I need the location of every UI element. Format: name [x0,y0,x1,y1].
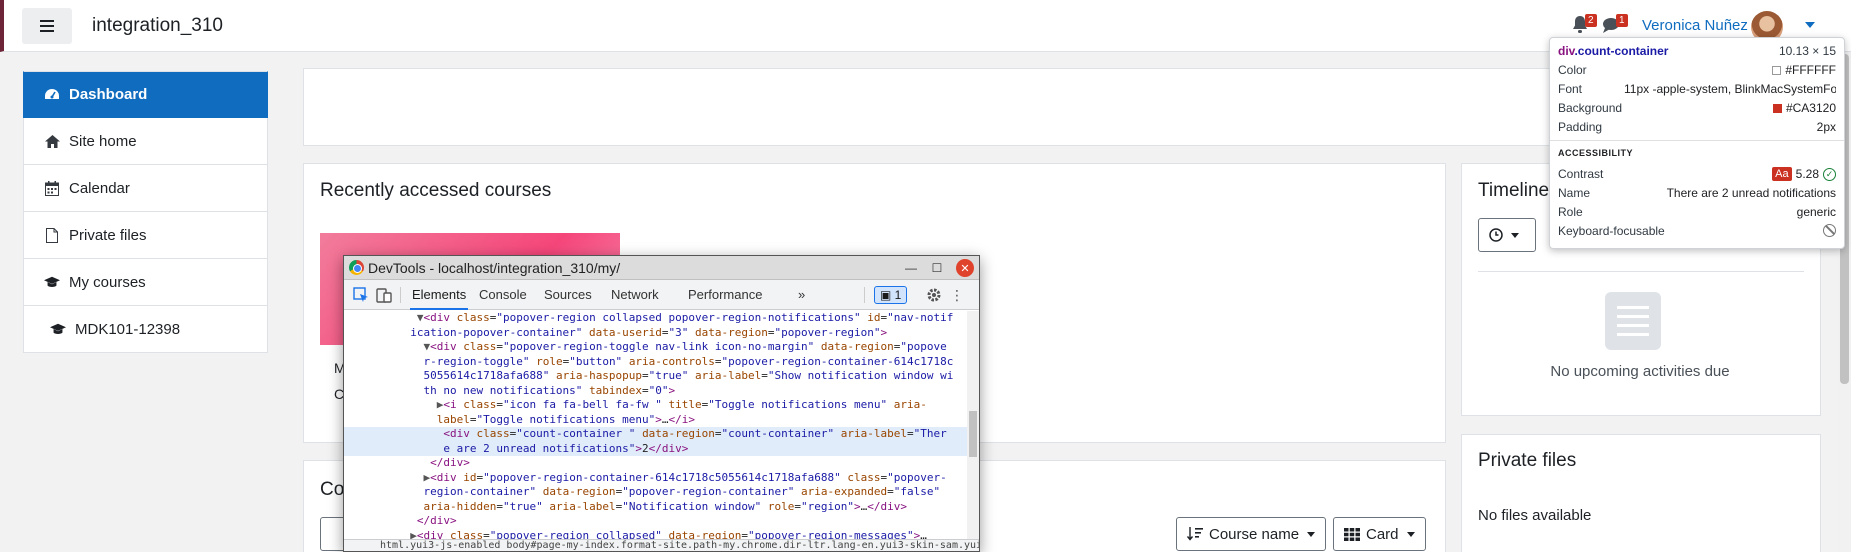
caret-down-icon [1406,531,1415,537]
sort-dropdown-label: Course name [1209,525,1300,543]
device-toolbar-icon[interactable] [376,287,392,303]
drawer-item-label: Site home [69,132,137,150]
check-circle-icon: ✓ [1823,167,1836,181]
drawer-item-label: Dashboard [69,86,148,103]
tooltip-bg-label: Background [1558,101,1623,115]
view-dropdown-label: Card [1366,525,1399,543]
drawer-item-course-mdk101[interactable]: MDK101-12398 [23,306,268,353]
tooltip-font-label: Font [1558,82,1583,96]
color-swatch [1772,65,1782,75]
private-files-empty-text: No files available [1478,507,1592,524]
tooltip-name-label: Name [1558,186,1591,200]
user-menu-name[interactable]: Veronica Nuñez [1642,17,1748,34]
sort-amount-icon [1187,527,1203,541]
caret-down-icon [1511,232,1519,238]
sort-dropdown-button[interactable]: Course name [1176,517,1327,551]
notification-count-badge: 2 [1585,14,1597,27]
tab-performance[interactable]: Performance [686,280,764,310]
inspect-tooltip: div.count-container 10.13 × 15 Color #FF… [1549,37,1845,249]
chrome-icon [349,260,364,275]
issues-count: 1 [894,288,902,302]
drawer-item-label: Calendar [69,179,130,197]
tooltip-contrast-label: Contrast [1558,167,1604,181]
drawer-item-private-files[interactable]: Private files [23,212,268,259]
contrast-sample-badge: Aa [1772,167,1792,181]
elements-scrollbar[interactable] [967,311,979,541]
dashboard-icon [44,87,60,103]
not-focusable-icon [1823,224,1836,237]
tooltip-role-label: Role [1558,205,1583,219]
view-dropdown-button[interactable]: Card [1333,517,1426,551]
file-icon [44,227,60,243]
empty-activities-icon [1605,292,1661,350]
timeline-empty-text: No upcoming activities due [1550,363,1730,380]
tooltip-element-label: div.count-container [1558,44,1669,58]
devtools-window: DevTools - localhost/integration_310/my/… [343,255,980,552]
drawer-item-dashboard[interactable]: Dashboard [23,71,268,118]
gear-icon[interactable] [926,287,942,303]
background-swatch [1772,103,1782,113]
drawer-item-label: MDK101-12398 [75,320,181,338]
message-icon: ▣ [880,288,895,302]
tooltip-padding-label: Padding [1558,120,1603,134]
drawer-item-calendar[interactable]: Calendar [23,165,268,212]
recent-courses-title: Recently accessed courses [320,180,552,201]
clock-icon [1489,228,1503,242]
caret-down-icon [1307,531,1316,537]
tab-console[interactable]: Console [477,280,529,310]
nav-drawer: Dashboard Site home Calendar Private fil… [23,71,268,353]
tooltip-name-value: There are 2 unread notifications [1666,186,1836,200]
devtools-toolbar: Elements Console Sources Network Perform… [344,280,979,310]
elements-scrollbar-thumb[interactable] [969,411,977,457]
private-files-title: Private files [1478,450,1577,471]
drawer-item-site-home[interactable]: Site home [23,118,268,165]
issues-badge[interactable]: ▣ 1 [874,286,908,304]
tooltip-focus-label: Keyboard-focusable [1558,224,1665,238]
devtools-title: DevTools - localhost/integration_310/my/ [368,260,621,276]
more-vertical-icon[interactable]: ⋮ [950,287,966,303]
tooltip-divider [1550,140,1844,141]
tab-sources[interactable]: Sources [542,280,594,310]
grid-icon [1344,527,1360,541]
tooltip-font-value: 11px -apple-system, BlinkMacSystemFo… [1624,82,1836,96]
drawer-toggle-button[interactable] [22,8,72,44]
site-name[interactable]: integration_310 [92,15,223,37]
drawer-item-label: Private files [69,226,147,244]
maximize-button[interactable]: ☐ [928,259,946,277]
toolbar-divider [400,287,401,303]
home-icon [44,133,60,149]
more-tabs-button[interactable]: » [796,280,807,310]
inspect-element-icon[interactable] [353,287,369,303]
tooltip-bg-value: #CA3120 [1785,101,1836,115]
graduation-cap-icon [44,274,60,290]
timeline-title: Timeline [1478,180,1550,201]
tooltip-accessibility-heading: ACCESSIBILITY [1558,148,1634,158]
tab-elements[interactable]: Elements [410,280,469,310]
course-overview-title: Co [320,479,345,500]
elements-tree[interactable]: ▼<div class="popover-region collapsed po… [344,311,969,542]
breadcrumb[interactable]: html.yui3-js-enabled body#page-my-index.… [344,539,979,551]
close-button[interactable]: ✕ [956,259,974,277]
calendar-icon [44,180,60,196]
toolbar-divider [864,287,865,303]
graduation-cap-icon [50,321,66,337]
timeline-divider [1478,271,1804,272]
tooltip-role-value: generic [1796,205,1836,219]
tooltip-contrast-value: 5.28 [1795,167,1819,181]
selected-node[interactable]: <div class="count-container " data-regio… [344,427,969,442]
tooltip-padding-value: 2px [1816,120,1836,134]
drawer-item-my-courses[interactable]: My courses [23,259,268,306]
message-count-badge: 1 [1616,14,1628,27]
tooltip-color-value: #FFFFFF [1785,63,1836,77]
user-menu-caret-icon[interactable] [1805,22,1815,28]
tooltip-color-label: Color [1558,63,1587,77]
tab-network[interactable]: Network [609,280,661,310]
minimize-button[interactable]: — [902,259,920,277]
drawer-item-label: My courses [69,273,146,291]
tooltip-size: 10.13 × 15 [1778,44,1836,58]
hamburger-icon [40,20,54,32]
timeline-filter-button[interactable] [1478,218,1536,252]
devtools-titlebar[interactable]: DevTools - localhost/integration_310/my/… [344,256,979,280]
